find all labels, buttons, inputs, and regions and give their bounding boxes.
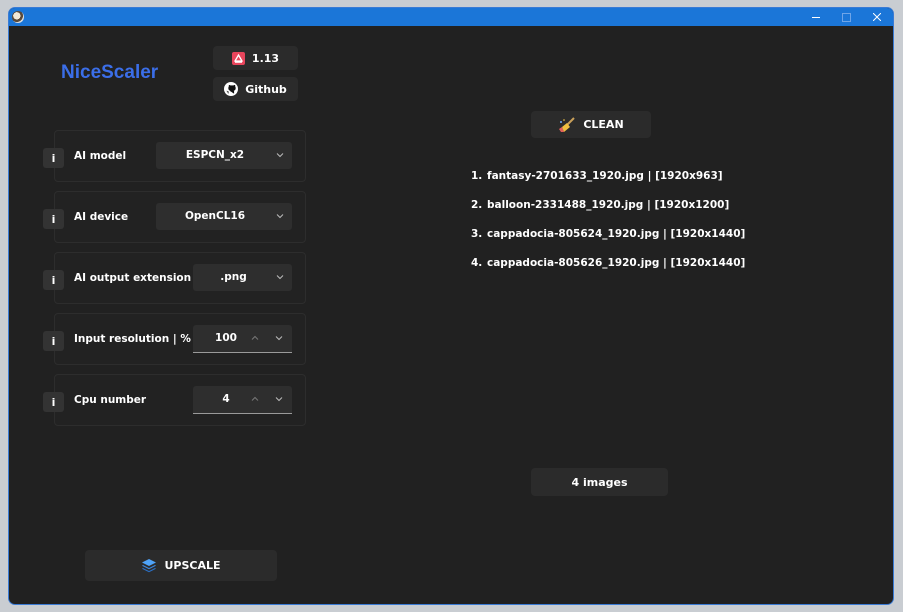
list-item-text: cappadocia-805624_1920.jpg | [1920x1440]: [487, 228, 746, 240]
chevron-down-icon[interactable]: [275, 395, 283, 403]
setting-row-output-extension: i AI output extension .png: [43, 252, 306, 304]
setting-row-input-resolution: i Input resolution | % 100: [43, 313, 306, 365]
info-button[interactable]: i: [43, 270, 64, 290]
github-icon: [224, 82, 239, 96]
ai-model-select[interactable]: ESPCN_x2: [156, 142, 292, 169]
app-title: NiceScaler: [61, 62, 159, 83]
list-item-text: cappadocia-805626_1920.jpg | [1920x1440]: [487, 257, 746, 269]
chevron-up-icon[interactable]: [251, 395, 259, 403]
output-extension-label: AI output extension: [74, 272, 192, 284]
file-list: 1. fantasy-2701633_1920.jpg | [1920x963] …: [471, 170, 745, 286]
cpu-number-value: 4: [222, 393, 230, 405]
maximize-button[interactable]: [831, 8, 861, 26]
info-button[interactable]: i: [43, 392, 64, 412]
setting-row-cpu-number: i Cpu number 4: [43, 374, 306, 426]
list-item-text: balloon-2331488_1920.jpg | [1920x1200]: [487, 199, 730, 211]
ai-device-value: OpenCL16: [184, 210, 246, 222]
close-icon: [872, 12, 882, 22]
list-item-text: fantasy-2701633_1920.jpg | [1920x963]: [487, 170, 723, 182]
list-item[interactable]: 3. cappadocia-805624_1920.jpg | [1920x144…: [471, 228, 745, 257]
list-item-number: 1.: [471, 170, 483, 182]
cpu-number-spinbox[interactable]: 4: [193, 386, 292, 414]
ai-device-select[interactable]: OpenCL16: [156, 203, 292, 230]
broom-icon: [558, 116, 576, 133]
close-button[interactable]: [862, 8, 892, 26]
title-bar: [9, 8, 893, 26]
info-button[interactable]: i: [43, 331, 64, 351]
ai-model-value: ESPCN_x2: [185, 149, 245, 161]
input-resolution-value: 100: [215, 332, 237, 344]
badge-icon: [231, 51, 245, 65]
image-count-label: 4 images: [571, 475, 628, 489]
layers-icon: [141, 558, 157, 573]
cpu-number-label: Cpu number: [74, 394, 147, 406]
image-count-badge: 4 images: [531, 468, 668, 496]
version-label: 1.13: [251, 51, 280, 65]
github-label: Github: [245, 82, 287, 96]
list-item[interactable]: 1. fantasy-2701633_1920.jpg | [1920x963]: [471, 170, 745, 199]
list-item-number: 4.: [471, 257, 483, 269]
github-button[interactable]: Github: [213, 77, 298, 101]
upscale-button[interactable]: UPSCALE: [85, 550, 277, 581]
minimize-button[interactable]: [801, 8, 831, 26]
version-button[interactable]: 1.13: [213, 46, 298, 70]
list-item-number: 2.: [471, 199, 483, 211]
list-item[interactable]: 4. cappadocia-805626_1920.jpg | [1920x144…: [471, 257, 745, 286]
setting-row-ai-model: i AI model ESPCN_x2: [43, 130, 306, 182]
list-item[interactable]: 2. balloon-2331488_1920.jpg | [1920x1200]: [471, 199, 745, 228]
clean-button[interactable]: CLEAN: [531, 111, 651, 138]
chevron-down-icon: [276, 153, 284, 158]
app-window: NiceScaler 1.13 Github i AI model ESPCN_…: [9, 8, 893, 604]
chevron-down-icon[interactable]: [275, 334, 283, 342]
info-button[interactable]: i: [43, 148, 64, 168]
chevron-down-icon: [276, 214, 284, 219]
list-item-number: 3.: [471, 228, 483, 240]
chevron-up-icon[interactable]: [251, 334, 259, 342]
input-resolution-spinbox[interactable]: 100: [193, 325, 292, 353]
chevron-down-icon: [276, 275, 284, 280]
input-resolution-label: Input resolution | %: [74, 333, 191, 345]
clean-label: CLEAN: [583, 118, 624, 131]
upscale-label: UPSCALE: [164, 559, 221, 572]
setting-row-ai-device: i AI device OpenCL16: [43, 191, 306, 243]
ai-model-label: AI model: [74, 150, 127, 162]
output-extension-select[interactable]: .png: [193, 264, 292, 291]
maximize-icon: [842, 13, 851, 22]
app-icon: [12, 11, 24, 23]
info-button[interactable]: i: [43, 209, 64, 229]
minimize-icon: [812, 17, 820, 18]
ai-device-label: AI device: [74, 211, 129, 223]
output-extension-value: .png: [220, 271, 247, 283]
